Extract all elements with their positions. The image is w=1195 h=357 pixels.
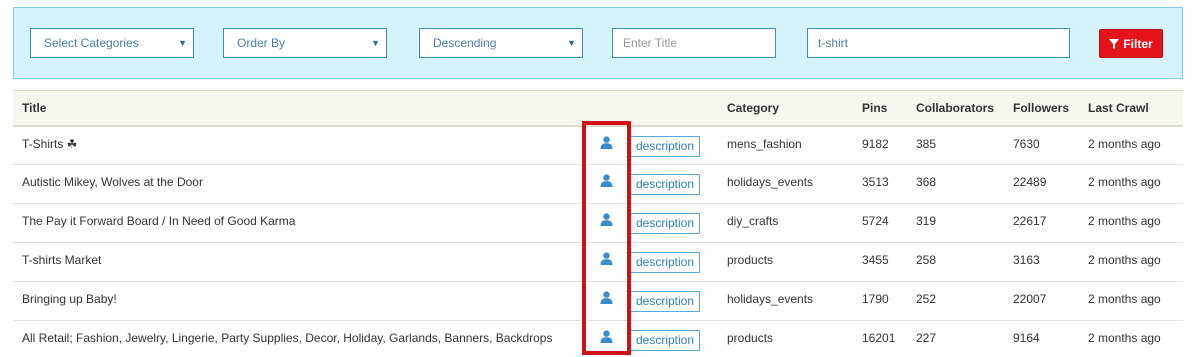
- title-input[interactable]: Enter Title: [612, 28, 776, 58]
- board-title[interactable]: T-Shirts ☘: [13, 125, 583, 165]
- description-button[interactable]: description: [630, 291, 701, 312]
- chevron-down-icon: ▼: [371, 38, 380, 48]
- table-row: T-Shirts ☘ description mens_fashion 9182 385…: [13, 125, 1183, 165]
- board-followers: 9164: [1004, 320, 1079, 357]
- table-header-row: Title Category Pins Collaborators Follow…: [13, 90, 1183, 127]
- board-last-crawl: 2 months ago: [1079, 164, 1183, 204]
- board-category: mens_fashion: [718, 125, 853, 165]
- column-header-title[interactable]: Title: [13, 90, 583, 127]
- column-header-followers[interactable]: Followers: [1004, 90, 1079, 127]
- board-pins: 3455: [853, 242, 907, 282]
- user-icon[interactable]: [600, 291, 613, 304]
- table-row: All Retail; Fashion, Jewelry, Lingerie, …: [13, 320, 1183, 357]
- board-title[interactable]: Autistic Mikey, Wolves at the Door: [13, 164, 583, 204]
- keyword-input[interactable]: t-shirt: [807, 28, 1070, 58]
- description-button[interactable]: description: [630, 252, 701, 273]
- board-pins: 1790: [853, 281, 907, 321]
- board-followers: 22617: [1004, 203, 1079, 243]
- column-header-collaborators[interactable]: Collaborators: [907, 90, 1004, 127]
- board-category: products: [718, 320, 853, 357]
- description-button[interactable]: description: [630, 174, 701, 195]
- column-header-icon: [583, 90, 630, 127]
- direction-select[interactable]: Descending ▼: [419, 28, 583, 58]
- board-followers: 22489: [1004, 164, 1079, 204]
- user-icon-cell[interactable]: [583, 203, 630, 243]
- board-pins: 5724: [853, 203, 907, 243]
- user-icon-cell[interactable]: [583, 242, 630, 282]
- board-followers: 7630: [1004, 125, 1079, 165]
- filter-bar: Select Categories ▼ Order By ▼ Descendin…: [13, 7, 1183, 79]
- user-icon[interactable]: [600, 213, 613, 226]
- description-button[interactable]: description: [630, 330, 701, 351]
- funnel-icon: [1109, 38, 1120, 49]
- board-collaborators: 385: [907, 125, 1004, 165]
- board-pins: 9182: [853, 125, 907, 165]
- board-collaborators: 258: [907, 242, 1004, 282]
- board-pins: 16201: [853, 320, 907, 357]
- board-pins: 3513: [853, 164, 907, 204]
- description-cell: description: [630, 164, 718, 204]
- chevron-down-icon: ▼: [567, 38, 576, 48]
- table-row: T-shirts Market description products 3455 25…: [13, 242, 1183, 282]
- board-last-crawl: 2 months ago: [1079, 203, 1183, 243]
- user-icon[interactable]: [600, 252, 613, 265]
- user-icon[interactable]: [600, 135, 613, 149]
- filter-button[interactable]: Filter: [1099, 29, 1163, 58]
- board-last-crawl: 2 months ago: [1079, 281, 1183, 321]
- board-category: holidays_events: [718, 164, 853, 204]
- board-last-crawl: 2 months ago: [1079, 242, 1183, 282]
- description-cell: description: [630, 203, 718, 243]
- user-icon[interactable]: [600, 330, 613, 343]
- user-icon-cell[interactable]: [583, 125, 630, 165]
- board-last-crawl: 2 months ago: [1079, 320, 1183, 357]
- column-header-pins[interactable]: Pins: [853, 90, 907, 127]
- user-icon[interactable]: [600, 174, 613, 187]
- title-input-placeholder: Enter Title: [623, 36, 678, 50]
- description-button[interactable]: description: [630, 135, 701, 157]
- order-by-value: Order By: [237, 36, 286, 50]
- board-followers: 22007: [1004, 281, 1079, 321]
- board-title[interactable]: T-shirts Market: [13, 242, 583, 282]
- board-category: diy_crafts: [718, 203, 853, 243]
- board-title[interactable]: Bringing up Baby!: [13, 281, 583, 321]
- board-title[interactable]: All Retail; Fashion, Jewelry, Lingerie, …: [13, 320, 583, 357]
- filter-button-label: Filter: [1123, 36, 1153, 51]
- column-header-description: [630, 90, 718, 127]
- user-icon-cell[interactable]: [583, 164, 630, 204]
- column-header-last-crawl[interactable]: Last Crawl: [1079, 90, 1183, 127]
- table-row: Bringing up Baby! description holidays_eve…: [13, 281, 1183, 321]
- order-by-select[interactable]: Order By ▼: [223, 28, 387, 58]
- table-row: Autistic Mikey, Wolves at the Door descri…: [13, 164, 1183, 204]
- description-cell: description: [630, 281, 718, 321]
- category-select-value: Select Categories: [44, 36, 139, 50]
- description-cell: description: [630, 125, 718, 165]
- description-cell: description: [630, 242, 718, 282]
- boards-table: Title Category Pins Collaborators Follow…: [13, 90, 1183, 357]
- board-category: holidays_events: [718, 281, 853, 321]
- board-collaborators: 319: [907, 203, 1004, 243]
- chevron-down-icon: ▼: [178, 38, 187, 48]
- description-button[interactable]: description: [630, 213, 701, 234]
- board-collaborators: 368: [907, 164, 1004, 204]
- user-icon-cell[interactable]: [583, 281, 630, 321]
- board-collaborators: 227: [907, 320, 1004, 357]
- board-category: products: [718, 242, 853, 282]
- table-row: The Pay it Forward Board / In Need of Go…: [13, 203, 1183, 243]
- direction-value: Descending: [433, 36, 497, 50]
- category-select[interactable]: Select Categories ▼: [30, 28, 194, 58]
- board-last-crawl: 2 months ago: [1079, 125, 1183, 165]
- keyword-input-value: t-shirt: [818, 36, 848, 50]
- column-header-category[interactable]: Category: [718, 90, 853, 127]
- board-title[interactable]: The Pay it Forward Board / In Need of Go…: [13, 203, 583, 243]
- board-collaborators: 252: [907, 281, 1004, 321]
- description-cell: description: [630, 320, 718, 357]
- board-followers: 3163: [1004, 242, 1079, 282]
- user-icon-cell[interactable]: [583, 320, 630, 357]
